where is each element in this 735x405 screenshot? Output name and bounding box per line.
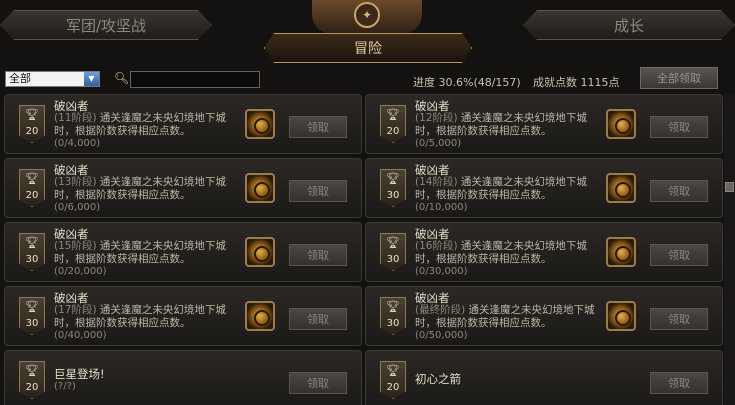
achievement-points: 成就点数 1115点 [533,76,620,89]
claim-button[interactable]: 领取 [289,372,347,394]
trophy-icon: 🏆︎ [386,300,400,313]
achievement-description: (13阶段) 通关逢魔之未央幻境地下城时，根据阶数获得相应点数。 [54,176,226,201]
trophy-icon: 🏆︎ [25,236,39,249]
trophy-badge: 🏆︎ 20 [19,169,45,207]
search-icon: 🔍︎ [114,71,130,85]
achievement-card: 🏆︎ 20 破凶者 (13阶段) 通关逢魔之未央幻境地下城时，根据阶数获得相应点数… [4,158,362,218]
badge-points: 20 [25,190,39,201]
trophy-icon: 🏆︎ [25,364,39,377]
trophy-badge: 🏆︎ 30 [380,169,406,207]
achievement-progress-value: (0/6,000) [54,202,101,213]
achievement-card: 🏆︎ 30 破凶者 (14阶段) 通关逢魔之未央幻境地下城时，根据阶数获得相应点数… [365,158,723,218]
claim-button[interactable]: 领取 [650,308,708,330]
trophy-badge: 🏆︎ 30 [19,297,45,335]
trophy-badge: 🏆︎ 30 [19,233,45,271]
achievement-card: 🏆︎ 20 破凶者 (12阶段) 通关逢魔之未央幻境地下城时，根据阶数获得相应点数… [365,94,723,154]
claim-button[interactable]: 领取 [650,372,708,394]
badge-points: 30 [386,190,400,201]
trophy-badge: 🏆︎ 20 [380,105,406,143]
tab-growth[interactable]: 成长 [523,10,735,40]
achievement-progress-value: (0/30,000) [415,266,468,277]
tab-legion-siege[interactable]: 军团/攻坚战 [0,10,212,40]
badge-points: 20 [25,382,39,393]
badge-points: 30 [25,254,39,265]
badge-points: 20 [386,126,400,137]
achievement-card: 🏆︎ 30 破凶者 (15阶段) 通关逢魔之未央幻境地下城时，根据阶数获得相应点数… [4,222,362,282]
trophy-badge: 🏆︎ 30 [380,297,406,335]
achievement-card: 🏆︎ 20 初心之箭 领取 [365,350,723,405]
claim-button[interactable]: 领取 [289,116,347,138]
achievement-progress-value: (0/40,000) [54,330,107,341]
trophy-icon: 🏆︎ [386,108,400,121]
reward-item-icon[interactable] [245,301,275,331]
achievement-description: (12阶段) 通关逢魔之未央幻境地下城时，根据阶数获得相应点数。 [415,112,587,137]
scrollbar-thumb[interactable] [725,182,734,192]
category-select-value: 全部 [9,72,31,85]
claim-all-button[interactable]: 全部领取 [640,67,718,89]
reward-item-icon[interactable] [606,173,636,203]
chevron-down-icon[interactable]: ▼ [84,72,99,86]
trophy-badge: 🏆︎ 20 [19,105,45,143]
trophy-badge: 🏆︎ 30 [380,233,406,271]
claim-button[interactable]: 领取 [289,244,347,266]
achievement-list: 🏆︎ 20 破凶者 (11阶段) 通关逢魔之未央幻境地下城时，根据阶数获得相应点数… [0,94,724,405]
trophy-badge: 🏆︎ 20 [380,361,406,399]
badge-points: 30 [386,254,400,265]
achievement-description: (11阶段) 通关逢魔之未央幻境地下城时，根据阶数获得相应点数。 [54,112,226,137]
claim-button[interactable]: 领取 [289,308,347,330]
achievement-card: 🏆︎ 20 破凶者 (11阶段) 通关逢魔之未央幻境地下城时，根据阶数获得相应点数… [4,94,362,154]
achievement-progress-value: (0/50,000) [415,330,468,341]
achievement-progress-value: (0/20,000) [54,266,107,277]
achievement-progress-value: (0/10,000) [415,202,468,213]
achievement-title: 巨星登场! [54,367,105,381]
trophy-icon: 🏆︎ [25,172,39,185]
list-scrollbar[interactable] [724,94,735,405]
achievement-description: (16阶段) 通关逢魔之未央幻境地下城时，根据阶数获得相应点数。 [415,240,587,265]
reward-item-icon[interactable] [606,237,636,267]
trophy-icon: 🏆︎ [25,108,39,121]
trophy-icon: 🏆︎ [386,172,400,185]
claim-button[interactable]: 领取 [650,116,708,138]
reward-item-icon[interactable] [245,173,275,203]
claim-button[interactable]: 领取 [289,180,347,202]
achievement-title: 初心之箭 [415,372,461,386]
achievement-progress: 进度 30.6%(48/157) [413,76,521,89]
search-input[interactable] [130,71,260,88]
badge-points: 20 [386,382,400,393]
claim-button[interactable]: 领取 [650,244,708,266]
tab-adventure[interactable]: 冒险 [264,33,472,63]
achievement-description: (15阶段) 通关逢魔之未央幻境地下城时，根据阶数获得相应点数。 [54,240,226,265]
badge-points: 20 [25,126,39,137]
achievement-description: (17阶段) 通关逢魔之未央幻境地下城时，根据阶数获得相应点数。 [54,304,226,329]
achievement-card: 🏆︎ 30 破凶者 (最终阶段) 通关逢魔之未央幻境地下城时，根据阶数获得相应点数… [365,286,723,346]
trophy-badge: 🏆︎ 20 [19,361,45,399]
trophy-icon: 🏆︎ [25,300,39,313]
achievement-description: (最终阶段) 通关逢魔之未央幻境地下城时，根据阶数获得相应点数。 [415,304,595,329]
achievement-progress-value: (0/5,000) [415,138,462,149]
compass-icon: ✦ [354,2,380,28]
claim-button[interactable]: 领取 [650,180,708,202]
badge-points: 30 [386,318,400,329]
category-select[interactable]: 全部 ▼ [5,71,100,87]
badge-points: 30 [25,318,39,329]
reward-item-icon[interactable] [606,301,636,331]
achievement-card: 🏆︎ 20 巨星登场! (?/?) 领取 [4,350,362,405]
achievement-progress-value: (0/4,000) [54,138,101,149]
achievement-card: 🏆︎ 30 破凶者 (17阶段) 通关逢魔之未央幻境地下城时，根据阶数获得相应点数… [4,286,362,346]
trophy-icon: 🏆︎ [386,364,400,377]
reward-item-icon[interactable] [606,109,636,139]
trophy-icon: 🏆︎ [386,236,400,249]
reward-item-icon[interactable] [245,109,275,139]
achievement-card: 🏆︎ 30 破凶者 (16阶段) 通关逢魔之未央幻境地下城时，根据阶数获得相应点数… [365,222,723,282]
reward-item-icon[interactable] [245,237,275,267]
achievement-description: (14阶段) 通关逢魔之未央幻境地下城时，根据阶数获得相应点数。 [415,176,587,201]
achievement-progress-value: (?/?) [54,381,76,392]
